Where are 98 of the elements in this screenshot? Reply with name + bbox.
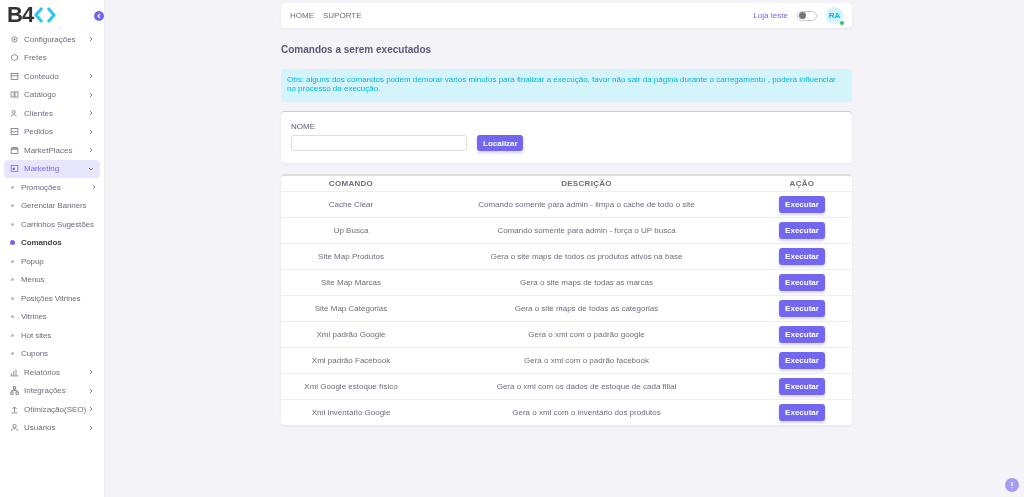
execute-button[interactable]: Executar [779,326,825,343]
name-input-field[interactable] [291,135,467,151]
column-header: AÇÃO [788,179,816,188]
nav-link[interactable]: HOME [290,11,314,20]
sidebar-item[interactable]: Usuários [4,418,100,437]
chevron-icon [88,147,94,154]
table-cell-text: Gera o site maps de todas as categorias [513,304,660,313]
upload-icon [10,404,19,414]
submenu-item[interactable]: Popup [4,252,100,271]
logo-text: B4 [7,2,34,28]
table-cell-text: Site Map Marcas [320,278,382,287]
submenu-item[interactable]: Cupons [4,344,100,363]
execute-button[interactable]: Executar [779,248,825,265]
chevron-icon [88,406,94,413]
logo-chevrons-icon [34,7,57,23]
sidebar-item[interactable]: Configurações [4,30,100,49]
submenu-item[interactable]: Carrinhos Sugestões [4,215,100,234]
sidebar-item[interactable]: Integrações [4,381,100,400]
execute-button[interactable]: Executar [779,300,825,317]
inbox-icon [10,127,19,137]
user-icon [10,423,19,433]
calendar-icon [10,164,19,174]
execute-button[interactable]: Executar [779,222,825,239]
table-cell-text: Comando somente para admin - força o UP busca [496,226,677,235]
table-cell-text: Cache Clear [327,200,375,209]
execute-button[interactable]: Executar [779,404,825,421]
chevron-icon [88,73,94,80]
store-icon [10,145,19,155]
search-button[interactable]: Localizar [477,135,523,151]
table-cell-text: Xml Google estoque físico [303,382,399,391]
bullet-icon [11,333,14,337]
bullet-icon [11,278,14,282]
table-cell-text: Gera o xml com os dados de estoque de cada filial [495,382,678,391]
submenu-item[interactable]: Hot sites [4,326,100,345]
sidebar-item[interactable]: Pedidos [4,122,100,141]
chevron-icon [88,91,94,98]
chevron-icon [88,424,94,431]
bullet-icon [11,352,14,356]
submenu-item[interactable]: Promoções [4,178,100,197]
nav-link[interactable]: SUPORTE [323,11,362,20]
table-cell-text: Up Busca [332,226,370,235]
table-cell-text: Xml inventario Google [310,408,392,417]
table-cell-text: Gera o site maps de todos os produtos ativos na base [489,252,684,261]
submenu-item[interactable]: Vitrines [4,307,100,326]
execute-button[interactable]: Executar [779,274,825,291]
submenu-item[interactable]: Menus [4,270,100,289]
sidebar-item[interactable]: Relatórios [4,363,100,382]
hierarchy-icon [10,386,19,396]
book-icon [10,90,19,100]
page-title: Comandos a serem executados [281,44,433,55]
bullet-icon [11,204,14,208]
bullet-icon [11,259,14,263]
submenu-item[interactable]: Posições Vitrines [4,289,100,308]
submenu-item[interactable]: Comandos [4,233,100,252]
table-cell-text: Xml padrão Google [315,330,387,339]
gear-icon [10,34,19,44]
info-alert: Obs: alguns dos comandos podem demorar vários minutos para finalizar a execução, favor não sair da página durante o carregamento , poderá influenciar no processo da execução. [281,69,852,102]
submenu-item[interactable]: Gerenciar Banners [4,196,100,215]
chevron-icon [88,110,94,117]
chevron-icon [88,369,94,376]
sidebar-item[interactable]: Catálogo [4,85,100,104]
help-button[interactable] [1005,478,1019,492]
bullet-icon [11,296,14,300]
column-header: DESCRIÇÃO [560,179,613,188]
table-cell-text: Xml padrão Facebook [310,356,392,365]
bar-chart-icon [10,367,19,377]
chevron-icon [91,184,97,191]
bullet-icon [10,240,15,246]
layout-icon [10,71,19,81]
sidebar-item[interactable]: Clientes [4,104,100,123]
chevron-icon [88,387,94,394]
sidebar-item[interactable]: Conteudo [4,67,100,86]
chevron-icon [88,165,94,172]
chevron-icon [88,36,94,43]
exclamation-icon [1010,481,1014,489]
table-cell-text: Site Map Categorias [313,304,389,313]
execute-button[interactable]: Executar [779,378,825,395]
sidebar-item[interactable]: Fretes [4,48,100,67]
table-cell-text: Gera o xml com o inventário dos produtos [511,408,662,417]
sidebar-item[interactable]: Otimização(SEO) [4,400,100,419]
store-link[interactable]: Loja teste [753,11,788,20]
table-cell-text: Gera o site maps de todas as marcas [519,278,654,287]
sidebar-item[interactable]: Marketing [4,159,100,178]
bullet-icon [11,185,14,189]
execute-button[interactable]: Executar [779,196,825,213]
field-label: NOME [291,122,316,131]
collapse-sidebar-button[interactable] [94,11,104,21]
table-cell-text: Gera o xml com o padrão facebook [523,356,650,365]
chevron-icon [88,128,94,135]
bullet-icon [11,222,14,226]
table-cell-text: Gera o xml com o padrão google [527,330,646,339]
column-header: COMANDO [327,179,375,188]
table-cell-text: Comando somente para admin - limpa o cache de todo o site [477,200,696,209]
sidebar-item[interactable]: MarketPlaces [4,141,100,160]
table-cell-text: Site Map Produtos [317,252,385,261]
bullet-icon [11,315,14,319]
execute-button[interactable]: Executar [779,352,825,369]
box-icon [10,53,19,63]
